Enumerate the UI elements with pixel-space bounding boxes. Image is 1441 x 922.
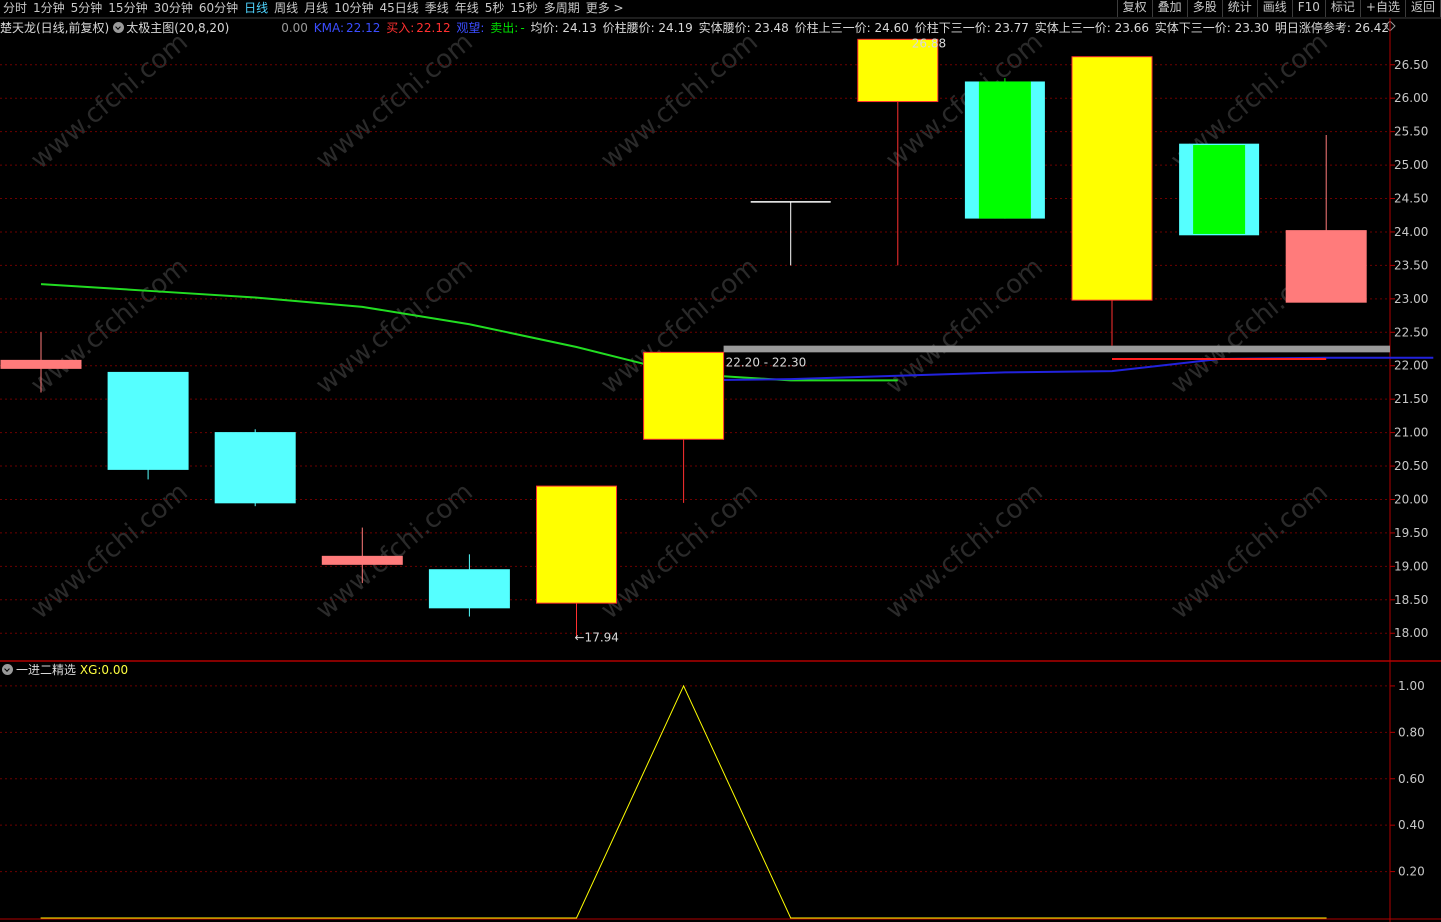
watermark-text: www.cfchi.com (310, 252, 479, 400)
y-tick-label: 22.50 (1394, 325, 1428, 339)
xg-point (1111, 917, 1113, 919)
candle-body (1071, 56, 1153, 301)
low-label: ←17.94 (575, 630, 619, 644)
xg-point (1325, 917, 1327, 919)
candle-body (1285, 230, 1367, 303)
y-tick-label: 24.00 (1394, 225, 1428, 239)
y-tick-label: 23.00 (1394, 292, 1428, 306)
high-label: 26.88 (912, 36, 946, 50)
watermark-text: www.cfchi.com (25, 27, 194, 175)
y-tick-label: 25.50 (1394, 125, 1428, 139)
xg-point (1004, 917, 1006, 919)
y-tick-label: 21.00 (1394, 426, 1428, 440)
y-tick-label: 20.50 (1394, 459, 1428, 473)
candle-body (643, 351, 725, 440)
y-tick-label: 0.20 (1398, 865, 1425, 879)
y-tick-label: 21.50 (1394, 392, 1428, 406)
xg-point (254, 917, 256, 919)
candle-body (214, 432, 296, 504)
candle-body (978, 81, 1031, 219)
watermark-text: www.cfchi.com (880, 252, 1049, 400)
xg-point (683, 685, 685, 687)
candle-body (1193, 145, 1246, 234)
watermark-text: www.cfchi.com (595, 27, 764, 175)
y-tick-label: 22.00 (1394, 359, 1428, 373)
y-tick-label: 24.50 (1394, 192, 1428, 206)
candle-body (321, 555, 403, 565)
y-tick-label: 0.60 (1398, 772, 1425, 786)
xg-point (790, 917, 792, 919)
xg-point (40, 917, 42, 919)
kline-chart[interactable]: www.cfchi.com www.cfchi.com www.cfchi.com w… (0, 0, 1441, 922)
y-tick-label: 18.50 (1394, 593, 1428, 607)
y-tick-label: 1.00 (1398, 679, 1425, 693)
y-tick-label: 18.00 (1394, 626, 1428, 640)
xg-point (361, 917, 363, 919)
y-tick-label: 26.50 (1394, 58, 1428, 72)
candle-body (107, 371, 189, 470)
xg-point (897, 917, 899, 919)
candle-body (536, 485, 617, 604)
watermark-text: www.cfchi.com (310, 27, 479, 175)
y-tick-label: 25.00 (1394, 158, 1428, 172)
xg-point (147, 917, 149, 919)
xg-point (1218, 917, 1220, 919)
y-tick-label: 19.00 (1394, 559, 1428, 573)
candle-body (0, 359, 82, 369)
zone-bar (723, 345, 1390, 353)
y-tick-label: 0.80 (1398, 725, 1425, 739)
y-tick-label: 0.40 (1398, 818, 1425, 832)
xg-point (468, 917, 470, 919)
y-tick-label: 20.00 (1394, 492, 1428, 506)
y-tick-label: 19.50 (1394, 526, 1428, 540)
zone-label: 22.20 - 22.30 (726, 355, 807, 369)
candle-body (428, 569, 510, 609)
y-tick-label: 23.50 (1394, 258, 1428, 272)
xg-point (576, 917, 577, 919)
y-tick-label: 26.00 (1394, 91, 1428, 105)
xg-line (41, 684, 1327, 919)
